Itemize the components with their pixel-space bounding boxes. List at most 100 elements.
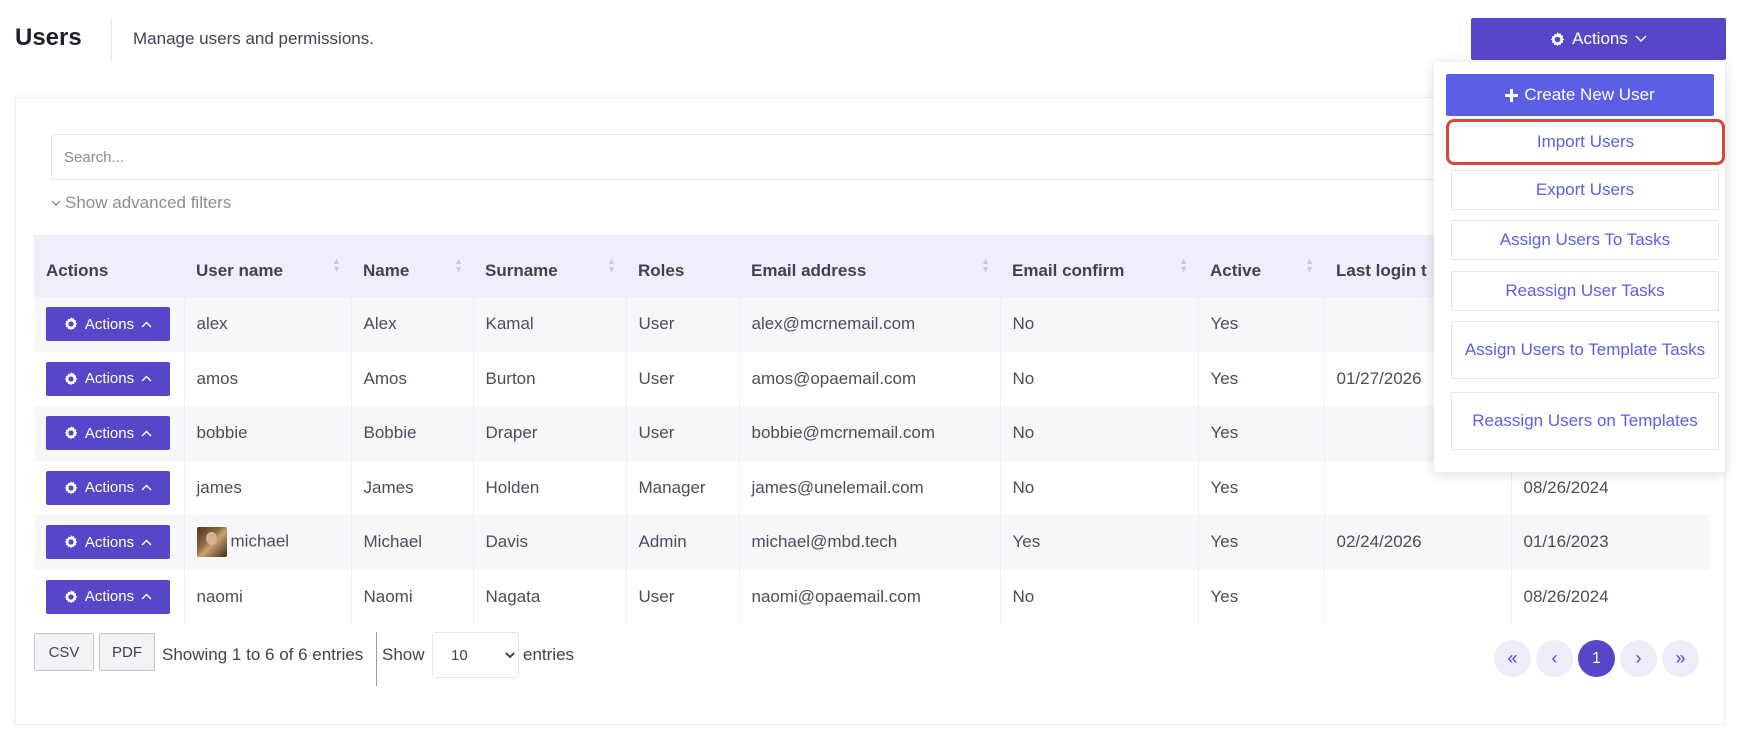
cell-created: 01/16/2023 (1523, 532, 1609, 552)
cell-role: Admin (626, 515, 740, 570)
create-new-user-button[interactable]: Create New User (1446, 74, 1714, 116)
column-header-label: Email confirm (1012, 261, 1125, 280)
csv-export-button[interactable]: CSV (34, 633, 94, 671)
advanced-filters-label: Show advanced filters (65, 193, 232, 212)
cell-email: bobbie@mcrnemail.com (739, 406, 1001, 461)
gear-icon (64, 589, 78, 604)
cell-actions: Actions (34, 569, 185, 624)
cell-actions: Actions (34, 515, 185, 570)
chevron-down-icon (1635, 35, 1647, 42)
cell-role: Manager (626, 460, 740, 515)
row-actions-label: Actions (84, 315, 135, 333)
cell-username: james (184, 460, 352, 515)
table-row: Actions naomi Naomi Nagata User naomi@opaemai… (34, 569, 1710, 624)
last-page-button[interactable]: » (1662, 640, 1699, 677)
header-actions-label: Actions (1572, 29, 1628, 48)
cell-name: Michael (351, 515, 474, 570)
gear-icon (64, 480, 78, 495)
gear-icon (64, 317, 78, 331)
column-header-actions: Actions (46, 261, 109, 280)
reassign-users-on-templates-menu-item[interactable]: Reassign Users on Templates (1451, 392, 1719, 450)
double-chevron-right-icon: » (1675, 648, 1686, 668)
entries-label: entries (523, 645, 575, 664)
assign-users-to-template-tasks-menu-item[interactable]: Assign Users to Template Tasks (1451, 321, 1719, 379)
page-size-select[interactable]: 10 (432, 632, 519, 678)
import-users-menu-item[interactable]: Import Users (1446, 119, 1725, 165)
cell-email: michael@mbd.tech (739, 515, 1001, 570)
cell-username: michael (184, 515, 352, 570)
cell-surname: Burton (473, 351, 627, 406)
row-actions-label: Actions (84, 370, 135, 388)
chevron-up-icon (141, 484, 152, 491)
next-page-button[interactable]: › (1620, 640, 1657, 677)
chevron-up-icon (141, 375, 152, 382)
cell-username: bobbie (184, 406, 352, 461)
chevron-right-icon: › (1635, 648, 1642, 668)
page-subtitle: Manage users and permissions. (133, 29, 374, 48)
show-advanced-filters-link[interactable]: Show advanced filters (51, 193, 231, 213)
cell-surname: Holden (473, 460, 627, 515)
column-header-email[interactable]: Email address ▲ ▼ (739, 235, 1000, 297)
assign-users-to-tasks-menu-item[interactable]: Assign Users To Tasks (1451, 220, 1719, 260)
row-actions-button[interactable]: Actions (46, 579, 170, 614)
column-header-active[interactable]: Active ▲ ▼ (1198, 235, 1324, 297)
footer-divider (376, 632, 377, 686)
cell-role: User (626, 351, 740, 406)
row-actions-button[interactable]: Actions (46, 525, 170, 560)
page-1-button[interactable]: 1 (1578, 640, 1615, 677)
cell-actions: Actions (34, 297, 185, 352)
cell-active: Yes (1198, 569, 1325, 624)
avatar (196, 527, 227, 558)
cell-email-confirm: No (1000, 351, 1199, 406)
chevron-up-icon (141, 539, 152, 546)
sort-icon: ▲ ▼ (981, 256, 990, 274)
double-chevron-left-icon: « (1507, 648, 1518, 668)
cell-surname: Draper (473, 406, 627, 461)
plus-icon (1505, 88, 1519, 102)
row-actions-label: Actions (84, 588, 135, 606)
row-actions-button[interactable]: Actions (46, 307, 170, 342)
column-header-label: User name (196, 261, 283, 280)
search-input[interactable] (51, 134, 1451, 180)
column-header-label: Surname (485, 261, 558, 280)
cell-actions: Actions (34, 351, 185, 406)
column-header-username[interactable]: User name ▲ ▼ (184, 235, 351, 297)
column-header-surname[interactable]: Surname ▲ ▼ (473, 235, 626, 297)
header-actions-button[interactable]: Actions (1471, 18, 1726, 60)
reassign-user-tasks-menu-item[interactable]: Reassign User Tasks (1451, 271, 1719, 311)
row-actions-label: Actions (84, 424, 135, 442)
cell-active: Yes (1198, 297, 1325, 352)
first-page-button[interactable]: « (1494, 640, 1531, 677)
cell-name: Naomi (351, 569, 474, 624)
row-actions-button[interactable]: Actions (46, 470, 170, 505)
chevron-up-icon (141, 593, 152, 600)
cell-email: james@unelemail.com (739, 460, 1001, 515)
cell-actions: Actions (34, 406, 185, 461)
sort-icon: ▲ ▼ (332, 256, 341, 274)
cell-name: Amos (351, 351, 474, 406)
cell-created: 08/26/2024 (1523, 586, 1609, 606)
column-header-label: Email address (751, 261, 867, 280)
username-text: michael (230, 531, 290, 551)
pdf-export-button[interactable]: PDF (99, 633, 155, 671)
cell-last-login (1324, 569, 1512, 624)
page-number: 1 (1592, 649, 1601, 667)
export-users-menu-item[interactable]: Export Users (1451, 170, 1719, 210)
row-actions-button[interactable]: Actions (46, 361, 170, 396)
column-header-email-confirm[interactable]: Email confirm ▲ ▼ (1000, 235, 1198, 297)
header-divider (111, 18, 112, 62)
cell-last-login: 02/24/2026 (1324, 515, 1512, 570)
previous-page-button[interactable]: ‹ (1536, 640, 1573, 677)
cell-email-confirm: No (1000, 569, 1199, 624)
cell-role: User (626, 297, 740, 352)
column-header-name[interactable]: Name ▲ ▼ (351, 235, 473, 297)
cell-email: naomi@opaemail.com (739, 569, 1001, 624)
column-header-roles: Roles (638, 261, 685, 280)
show-label: Show (382, 645, 425, 664)
cell-name: Alex (351, 297, 474, 352)
cell-username: amos (184, 351, 352, 406)
sort-icon: ▲ ▼ (1305, 256, 1314, 274)
row-actions-button[interactable]: Actions (46, 416, 170, 451)
chevron-up-icon (141, 321, 152, 328)
row-actions-label: Actions (84, 533, 135, 551)
